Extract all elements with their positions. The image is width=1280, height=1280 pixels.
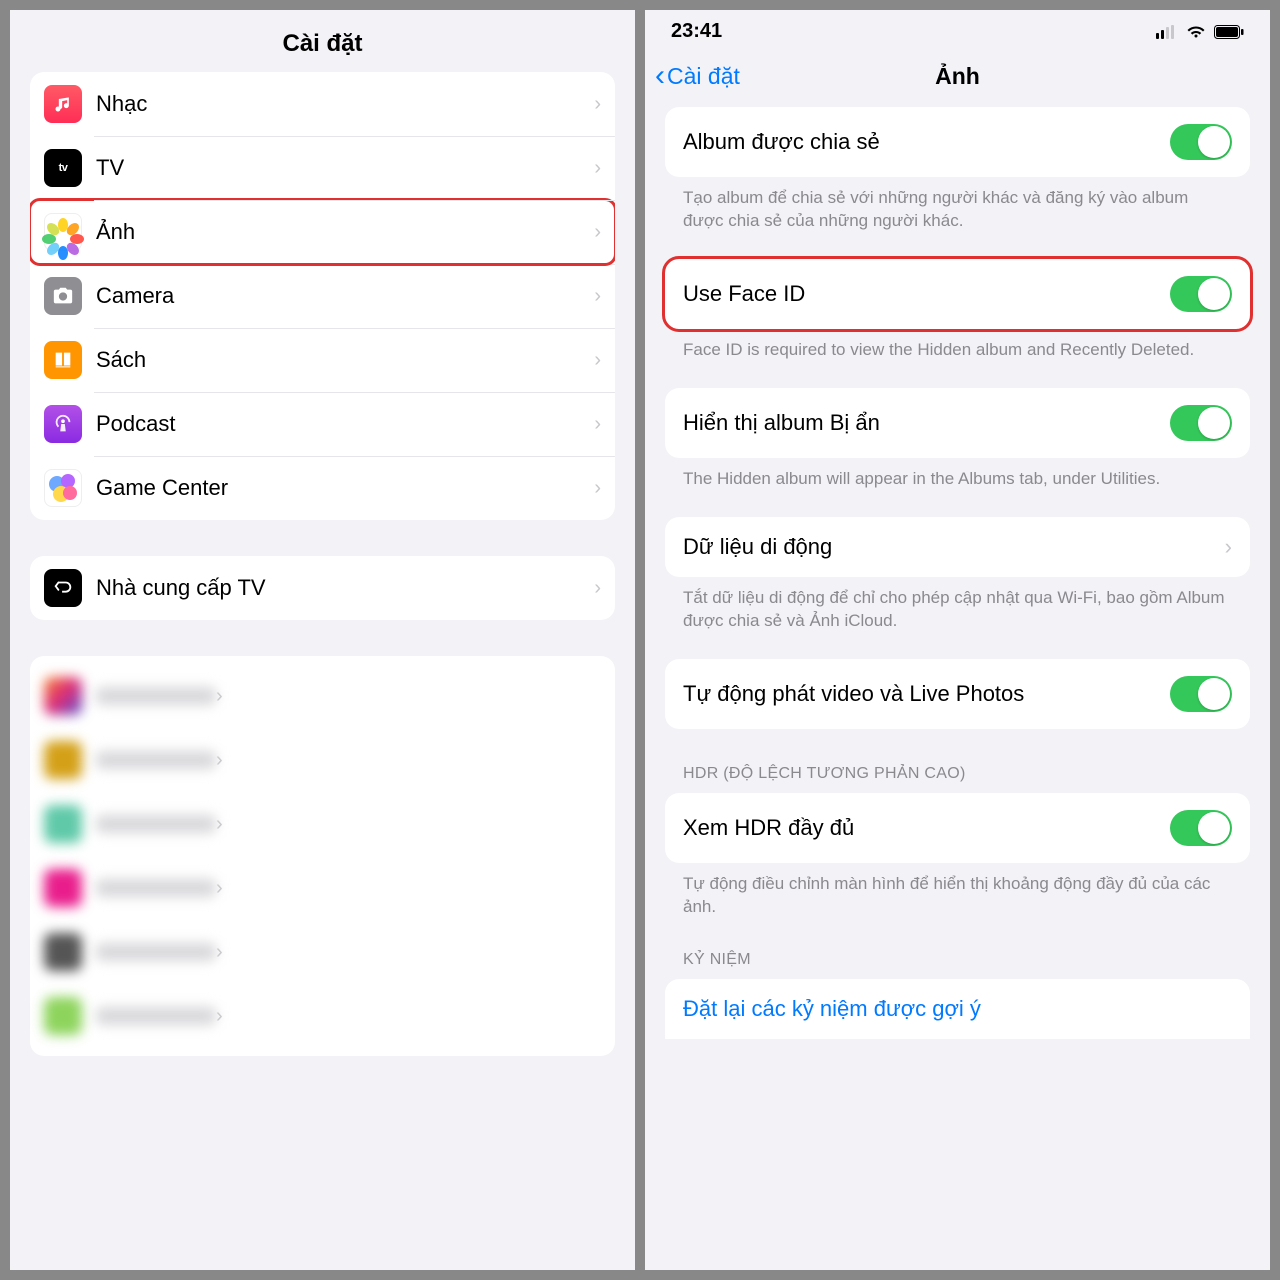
autoplay-row[interactable]: Tự động phát video và Live Photos [665, 659, 1250, 729]
tvprovider-icon [44, 569, 82, 607]
blurred-row[interactable]: › [30, 920, 615, 984]
shared-album-row[interactable]: Album được chia sẻ [665, 107, 1250, 177]
row-label: Tự động phát video và Live Photos [683, 681, 1170, 707]
blurred-row[interactable]: › [30, 792, 615, 856]
status-bar: 23:41 [645, 10, 1270, 47]
page-title: Ảnh [935, 63, 980, 90]
tv-icon: tv [44, 149, 82, 187]
settings-row-podcast[interactable]: Podcast › [30, 392, 615, 456]
hidden-album-row[interactable]: Hiển thị album Bị ẩn [665, 388, 1250, 458]
blurred-row[interactable]: › [30, 664, 615, 728]
settings-group-media: Nhạc › tv TV › [30, 72, 615, 520]
shared-album-footer: Tạo album để chia sẻ với những người khá… [665, 177, 1250, 259]
settings-row-label: Podcast [96, 411, 594, 437]
hidden-album-toggle[interactable] [1170, 405, 1232, 441]
gamecenter-icon [44, 469, 82, 507]
row-label: Dữ liệu di động [683, 534, 1225, 560]
wifi-icon [1186, 25, 1206, 39]
chevron-right-icon: › [594, 477, 601, 500]
settings-group-tvprovider: Nhà cung cấp TV › [30, 556, 615, 620]
hdr-footer: Tự động điều chỉnh màn hình để hiển thị … [665, 863, 1250, 945]
photos-icon [44, 213, 82, 251]
reset-memories-label: Đặt lại các kỷ niệm được gợi ý [683, 996, 981, 1021]
settings-row-photos[interactable]: Ảnh › [30, 200, 615, 264]
row-label: Hiển thị album Bị ẩn [683, 410, 1170, 436]
battery-icon [1214, 25, 1244, 39]
row-label: Use Face ID [683, 281, 1170, 307]
settings-screen: Cài đặt Nhạc › tv TV › [10, 10, 635, 1270]
camera-icon [44, 277, 82, 315]
faceid-group: Use Face ID [665, 259, 1250, 329]
hdr-row[interactable]: Xem HDR đầy đủ [665, 793, 1250, 863]
chevron-right-icon: › [594, 221, 601, 244]
books-icon [44, 341, 82, 379]
nav-bar: ‹ Cài đặt Ảnh [645, 47, 1270, 107]
settings-row-camera[interactable]: Camera › [30, 264, 615, 328]
photos-settings-screen: 23:41 ‹ Cài đặt Ảnh [645, 10, 1270, 1270]
music-icon [44, 85, 82, 123]
settings-row-gamecenter[interactable]: Game Center › [30, 456, 615, 520]
settings-row-label: Camera [96, 283, 594, 309]
autoplay-toggle[interactable] [1170, 676, 1232, 712]
cellular-footer: Tắt dữ liệu di động để chỉ cho phép cập … [665, 577, 1250, 659]
chevron-right-icon: › [594, 413, 601, 436]
settings-row-label: Ảnh [96, 219, 594, 245]
shared-album-group: Album được chia sẻ [665, 107, 1250, 177]
blurred-row[interactable]: › [30, 728, 615, 792]
faceid-toggle[interactable] [1170, 276, 1232, 312]
shared-album-toggle[interactable] [1170, 124, 1232, 160]
faceid-footer: Face ID is required to view the Hidden a… [665, 329, 1250, 388]
faceid-row[interactable]: Use Face ID [665, 259, 1250, 329]
row-label: Xem HDR đầy đủ [683, 815, 1170, 841]
settings-row-tvprovider[interactable]: Nhà cung cấp TV › [30, 556, 615, 620]
chevron-right-icon: › [594, 349, 601, 372]
cellular-row[interactable]: Dữ liệu di động › [665, 517, 1250, 577]
podcast-icon [44, 405, 82, 443]
hidden-album-group: Hiển thị album Bị ẩn [665, 388, 1250, 458]
blurred-row[interactable]: › [30, 984, 615, 1048]
back-label: Cài đặt [667, 63, 740, 90]
status-time: 23:41 [671, 20, 722, 43]
settings-row-label: Game Center [96, 475, 594, 501]
chevron-right-icon: › [594, 157, 601, 180]
back-button[interactable]: ‹ Cài đặt [655, 59, 740, 93]
chevron-right-icon: › [594, 93, 601, 116]
chevron-right-icon: › [1225, 534, 1232, 560]
blurred-row[interactable]: › [30, 856, 615, 920]
settings-row-label: Nhà cung cấp TV [96, 575, 594, 601]
settings-row-label: TV [96, 155, 594, 181]
memories-header: KỶ NIỆM [665, 945, 1250, 979]
settings-row-label: Sách [96, 347, 594, 373]
settings-row-music[interactable]: Nhạc › [30, 72, 615, 136]
page-title: Cài đặt [10, 10, 635, 72]
reset-memories-row[interactable]: Đặt lại các kỷ niệm được gợi ý [665, 979, 1250, 1039]
chevron-right-icon: › [594, 577, 601, 600]
hdr-header: HDR (ĐỘ LỆCH TƯƠNG PHẢN CAO) [665, 759, 1250, 793]
settings-row-label: Nhạc [96, 91, 594, 117]
settings-row-books[interactable]: Sách › [30, 328, 615, 392]
chevron-right-icon: › [594, 285, 601, 308]
row-label: Album được chia sẻ [683, 129, 1170, 155]
signal-icon [1156, 25, 1178, 39]
chevron-left-icon: ‹ [655, 59, 665, 93]
settings-row-tv[interactable]: tv TV › [30, 136, 615, 200]
cellular-group: Dữ liệu di động › [665, 517, 1250, 577]
autoplay-group: Tự động phát video và Live Photos [665, 659, 1250, 729]
settings-group-blurred: › › › › › › [30, 656, 615, 1056]
hdr-toggle[interactable] [1170, 810, 1232, 846]
hidden-album-footer: The Hidden album will appear in the Albu… [665, 458, 1250, 517]
hdr-group: Xem HDR đầy đủ [665, 793, 1250, 863]
